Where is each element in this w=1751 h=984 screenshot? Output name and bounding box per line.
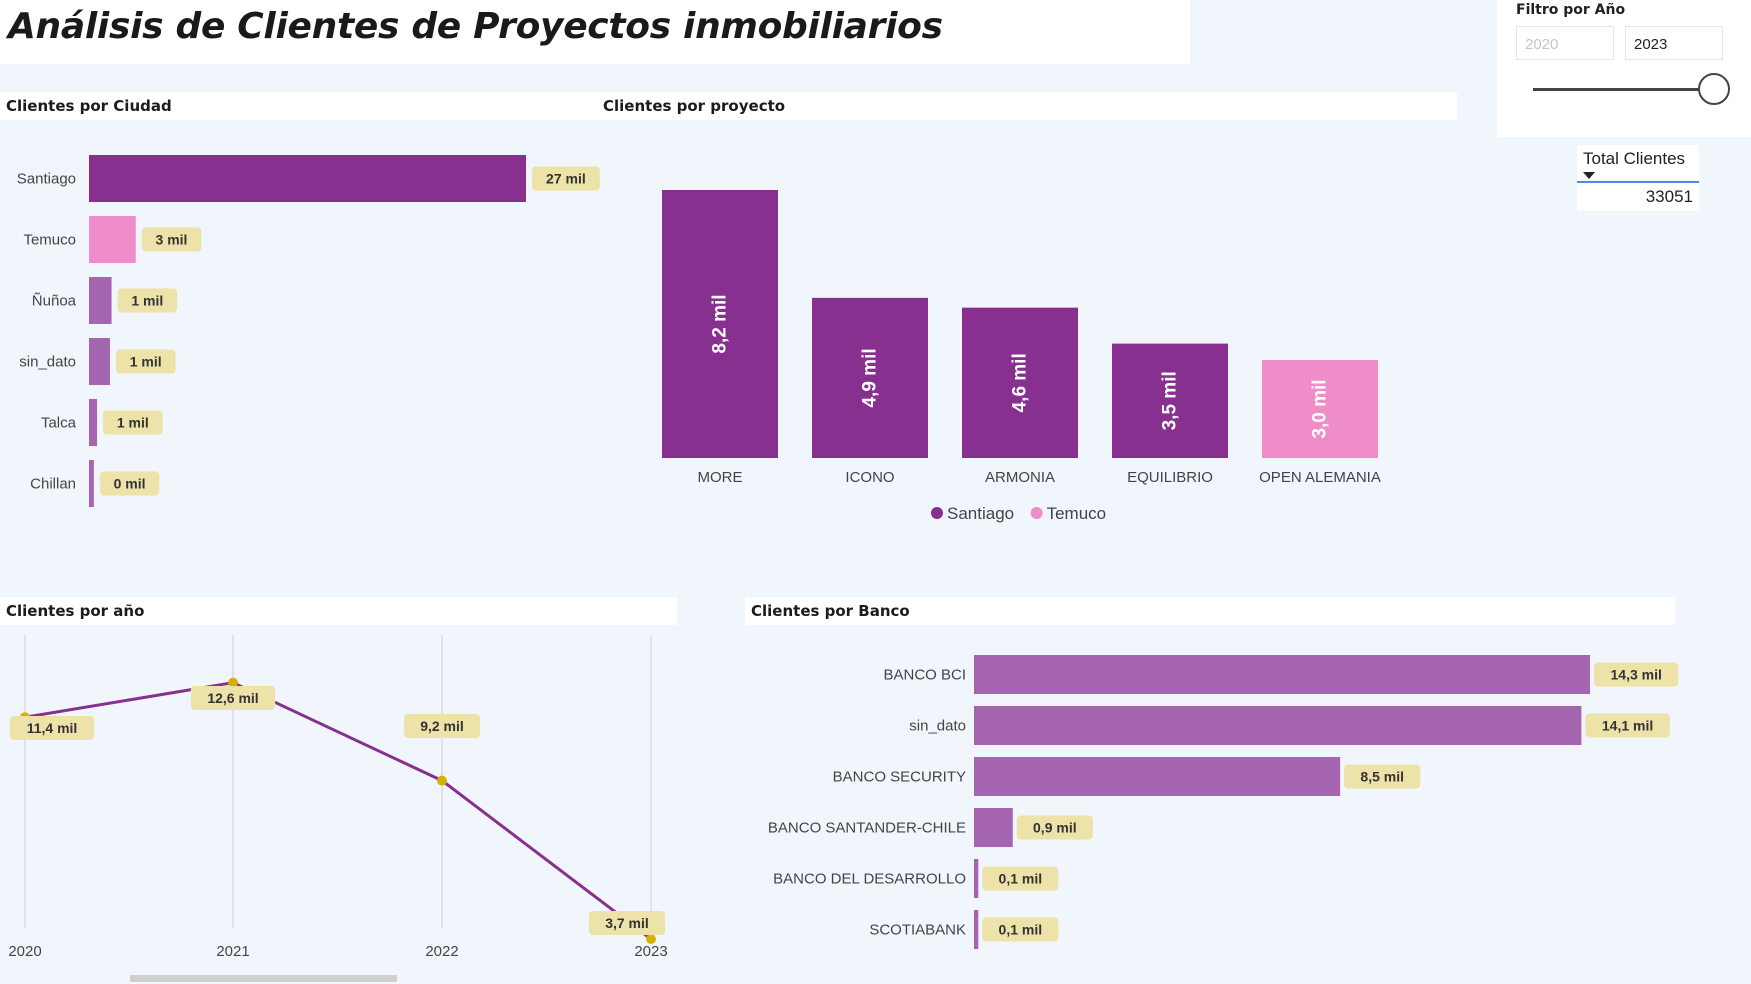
- proyecto-category-label: EQUILIBRIO: [1127, 469, 1213, 486]
- anio-series-line: [24, 681, 652, 941]
- anio-tick-label: 2023: [634, 943, 667, 960]
- ciudad-header: Clientes por Ciudad: [0, 92, 597, 120]
- ciudad-data-label: 0 mil: [114, 476, 146, 492]
- anio-tick-label: 2020: [8, 943, 41, 960]
- horizontal-scrollbar[interactable]: [130, 975, 397, 982]
- banco-category-label: BANCO SECURITY: [833, 769, 966, 786]
- ciudad-bar: [89, 277, 112, 324]
- proyecto-category-label: ARMONIA: [985, 469, 1055, 486]
- proyecto-data-label: 8,2 mil: [710, 294, 731, 353]
- anio-data-label: 12,6 mil: [207, 690, 258, 706]
- banco-category-label: BANCO SANTANDER-CHILE: [768, 820, 966, 837]
- banco-data-label: 8,5 mil: [1360, 769, 1404, 785]
- banco-chart-title: Clientes por Banco: [751, 602, 910, 620]
- slider-track[interactable]: [1533, 88, 1717, 91]
- year-to-input[interactable]: 2023: [1625, 26, 1723, 60]
- ciudad-bar: [89, 216, 136, 263]
- proyecto-header: Clientes por proyecto: [597, 92, 1457, 120]
- proyecto-data-label: 3,5 mil: [1160, 371, 1181, 430]
- proyecto-bar-chart[interactable]: 8,2 mil MORE 4,9 mil ICONO 4,6 mil ARMONIA 3,5…: [640, 125, 1440, 535]
- sort-down-icon[interactable]: [1583, 172, 1595, 179]
- title-panel: Análisis de Clientes de Proyectos inmobi…: [0, 0, 1190, 64]
- ciudad-chart-title: Clientes por Ciudad: [6, 97, 172, 115]
- anio-data-label: 3,7 mil: [605, 915, 649, 931]
- ciudad-category-label: sin_dato: [19, 354, 76, 371]
- banco-bar: [974, 757, 1341, 796]
- banco-category-label: SCOTIABANK: [869, 922, 966, 939]
- anio-data-point: [646, 934, 656, 944]
- banco-category-label: sin_dato: [909, 718, 966, 735]
- legend-marker: [931, 507, 943, 519]
- anio-line-chart[interactable]: 2020 2021 2022 2023 11,4 mil 12,6 mil 9,2 mil 3…: [0, 628, 690, 968]
- banco-header: Clientes por Banco: [745, 597, 1675, 625]
- ciudad-data-label: 3 mil: [156, 232, 188, 248]
- ciudad-category-label: Santiago: [17, 171, 76, 188]
- ciudad-data-label: 1 mil: [130, 354, 162, 370]
- anio-data-point: [437, 775, 447, 786]
- anio-header: Clientes por año: [0, 597, 677, 625]
- legend-label: Santiago: [947, 504, 1014, 523]
- anio-data-label: 9,2 mil: [420, 718, 464, 734]
- page-title: Análisis de Clientes de Proyectos inmobi…: [8, 6, 943, 47]
- banco-data-label: 0,1 mil: [999, 922, 1043, 938]
- legend-marker: [1030, 507, 1043, 519]
- ciudad-bar-chart[interactable]: Santiago 27 mil Temuco 3 mil Ñuñoa 1 mil sin_d…: [0, 125, 600, 520]
- ciudad-bar: [89, 399, 98, 446]
- card-value: 33051: [1645, 187, 1693, 206]
- banco-data-label: 14,3 mil: [1611, 667, 1662, 683]
- proyecto-chart-title: Clientes por proyecto: [603, 97, 786, 115]
- slicer-title: Filtro por Año: [1516, 2, 1626, 18]
- banco-data-label: 14,1 mil: [1602, 718, 1653, 734]
- banco-bar: [974, 910, 979, 949]
- anio-chart-title: Clientes por año: [6, 602, 145, 620]
- ciudad-category-label: Chillan: [30, 476, 76, 493]
- banco-bar: [974, 859, 979, 898]
- banco-bar: [974, 706, 1582, 745]
- anio-tick-label: 2022: [425, 943, 458, 960]
- slider-handle[interactable]: [1698, 73, 1730, 105]
- card-divider: [1577, 181, 1699, 183]
- ciudad-data-label: 1 mil: [117, 415, 149, 431]
- proyecto-category-label: OPEN ALEMANIA: [1259, 469, 1381, 486]
- anio-tick-label: 2021: [216, 943, 249, 960]
- ciudad-category-label: Temuco: [23, 232, 76, 249]
- legend-label: Temuco: [1047, 504, 1107, 523]
- banco-data-label: 0,9 mil: [1033, 820, 1077, 836]
- anio-data-label: 11,4 mil: [27, 720, 78, 736]
- total-clientes-card: Total Clientes 33051: [1577, 145, 1699, 211]
- ciudad-bar: [89, 155, 526, 202]
- ciudad-category-label: Talca: [41, 415, 77, 432]
- banco-category-label: BANCO BCI: [883, 667, 966, 684]
- banco-bar: [974, 808, 1013, 847]
- ciudad-bar: [89, 460, 94, 507]
- banco-data-label: 0,1 mil: [999, 871, 1043, 887]
- proyecto-data-label: 4,9 mil: [860, 348, 881, 407]
- proyecto-category-label: ICONO: [845, 469, 894, 486]
- banco-category-label: BANCO DEL DESARROLLO: [773, 871, 966, 888]
- ciudad-data-label: 1 mil: [131, 293, 163, 309]
- year-from-input[interactable]: 2020: [1516, 26, 1614, 60]
- proyecto-category-label: MORE: [698, 469, 743, 486]
- proyecto-data-label: 4,6 mil: [1010, 353, 1031, 412]
- ciudad-category-label: Ñuñoa: [32, 293, 77, 310]
- ciudad-data-label: 27 mil: [546, 171, 586, 187]
- banco-bar: [974, 655, 1590, 694]
- proyecto-data-label: 3,0 mil: [1310, 379, 1331, 438]
- card-label: Total Clientes: [1583, 149, 1686, 168]
- banco-bar-chart[interactable]: BANCO BCI 14,3 mil sin_dato 14,1 mil BANCO S…: [740, 628, 1700, 968]
- year-slicer: Filtro por Año 2020 2023: [1497, 0, 1751, 137]
- ciudad-bar: [89, 338, 110, 385]
